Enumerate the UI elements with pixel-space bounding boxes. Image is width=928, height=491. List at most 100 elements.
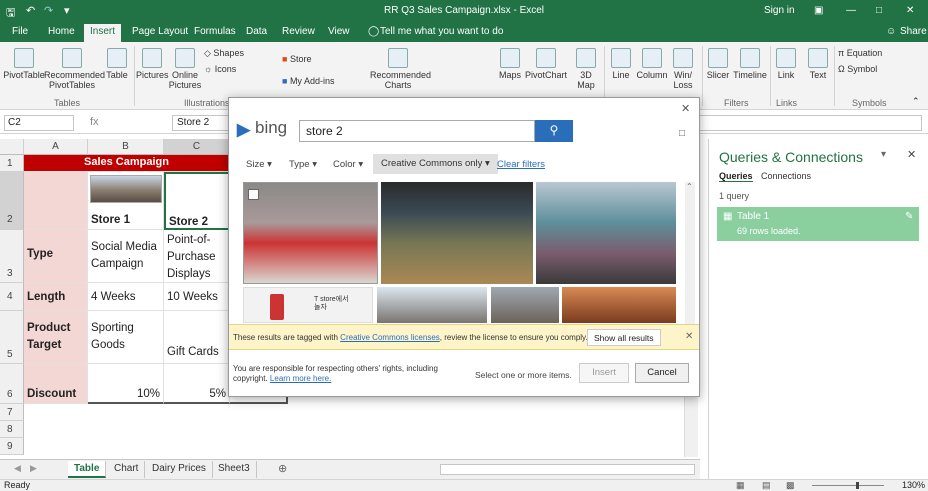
target-b-cell[interactable]: Sporting Goods (88, 311, 164, 364)
tab-page-layout[interactable]: Page Layout (132, 26, 188, 37)
filter-color[interactable]: Color ▾ (333, 159, 363, 170)
sheet-tab-table[interactable]: Table (68, 461, 107, 478)
search-input[interactable]: store 2 (299, 120, 535, 142)
tab-queries[interactable]: Queries (719, 171, 753, 182)
tab-view[interactable]: View (328, 26, 350, 37)
cc-licenses-link[interactable]: Creative Commons licenses (340, 333, 440, 342)
normal-view-icon[interactable]: ▦ (736, 480, 745, 491)
text-button[interactable]: Text (806, 48, 830, 80)
row-header-9[interactable]: 9 (0, 438, 24, 455)
scroll-up-icon[interactable]: ⌃ (686, 182, 693, 191)
search-button[interactable]: ⚲ (535, 120, 573, 142)
horizontal-scrollbar[interactable] (440, 464, 695, 475)
tab-data[interactable]: Data (246, 26, 267, 37)
type-c-cell[interactable]: Point-of-Purchase Displays (164, 230, 230, 283)
equation-button[interactable]: π Equation (838, 48, 898, 58)
row-header-3[interactable]: 3 (0, 230, 24, 283)
close-icon[interactable]: ✕ (906, 5, 914, 16)
store2-cell[interactable]: Store 2 (164, 172, 230, 230)
zoom-slider[interactable] (812, 485, 884, 486)
table-button[interactable]: Table (104, 48, 130, 80)
target-c-cell[interactable]: Gift Cards (164, 311, 230, 364)
column-header-c[interactable]: C (164, 139, 230, 155)
sparkline-line-button[interactable]: Line (608, 48, 634, 80)
type-b-cell[interactable]: Social Media Campaign (88, 230, 164, 283)
result-image-2[interactable] (381, 182, 533, 284)
result-image-3[interactable] (536, 182, 676, 284)
pane-options-icon[interactable]: ▾ (881, 149, 886, 160)
row-header-2[interactable]: 2 (0, 172, 24, 230)
show-all-results-button[interactable]: Show all results (587, 329, 661, 346)
query-edit-icon[interactable]: ✎ (905, 211, 913, 222)
store1-cell[interactable]: Store 1 (88, 172, 164, 230)
row-header-4[interactable]: 4 (0, 283, 24, 311)
feedback-icon[interactable]: □ (679, 128, 685, 139)
clear-filters-link[interactable]: Clear filters (497, 159, 545, 170)
results-scrollbar[interactable]: ⌃ (685, 182, 695, 324)
row-header-8[interactable]: 8 (0, 421, 24, 438)
sign-in-link[interactable]: Sign in (764, 5, 795, 16)
result-image-4[interactable]: T store에서 놀자 (243, 287, 373, 323)
tab-connections[interactable]: Connections (761, 171, 811, 181)
filter-creative-commons[interactable]: Creative Commons only ▾ (373, 154, 498, 174)
tab-review[interactable]: Review (282, 26, 315, 37)
page-layout-view-icon[interactable]: ▤ (762, 480, 771, 491)
my-addins-button[interactable]: ■ My Add-ins (282, 76, 352, 86)
store-button[interactable]: ■ Store (282, 54, 342, 64)
online-pictures-button[interactable]: Online Pictures (168, 48, 202, 90)
type-label-cell[interactable]: Type (24, 230, 88, 283)
result-image-6[interactable] (491, 287, 559, 323)
discount-b-cell[interactable]: 10% (88, 364, 164, 404)
discount-label-cell[interactable]: Discount (24, 364, 88, 404)
length-c-cell[interactable]: 10 Weeks (164, 283, 230, 311)
sparkline-winloss-button[interactable]: Win/ Loss (670, 48, 696, 90)
length-label-cell[interactable]: Length (24, 283, 88, 311)
learn-more-link[interactable]: Learn more here. (270, 374, 331, 383)
zoom-level[interactable]: 130% (902, 480, 925, 491)
row-header-7[interactable]: 7 (0, 404, 24, 421)
pictures-button[interactable]: Pictures (136, 48, 169, 80)
sheet-tab-dairy-prices[interactable]: Dairy Prices (146, 461, 213, 478)
result-select-checkbox[interactable] (248, 189, 259, 200)
pivot-chart-button[interactable]: PivotChart (524, 48, 568, 80)
share-icon[interactable]: ☺ (886, 26, 896, 37)
insert-button[interactable]: Insert (579, 363, 629, 383)
target-label-cell[interactable]: Product Target (24, 311, 88, 364)
select-all-corner[interactable] (0, 139, 24, 155)
link-button[interactable]: Link (774, 48, 798, 80)
recommended-pivot-button[interactable]: Recommended PivotTables (44, 48, 105, 90)
collapse-ribbon-icon[interactable]: ⌃ (912, 96, 920, 107)
fx-icon[interactable]: fx (90, 116, 99, 128)
add-sheet-icon[interactable]: ⊕ (278, 462, 287, 475)
timeline-button[interactable]: Timeline (732, 48, 768, 80)
symbol-button[interactable]: Ω Symbol (838, 64, 898, 74)
pane-close-icon[interactable]: ✕ (907, 148, 916, 161)
sheet-tab-sheet3[interactable]: Sheet3 (212, 461, 257, 478)
result-image-7[interactable] (562, 287, 676, 323)
minimize-icon[interactable]: — (846, 5, 856, 16)
row-header-6[interactable]: 6 (0, 364, 24, 404)
dialog-close-icon[interactable]: ✕ (681, 102, 690, 115)
filter-size[interactable]: Size ▾ (246, 159, 272, 170)
sheet-tab-chart[interactable]: Chart (108, 461, 146, 478)
ribbon-display-icon[interactable]: ▣ (814, 5, 823, 16)
cell-a2[interactable] (24, 172, 88, 230)
tab-home[interactable]: Home (48, 26, 75, 37)
cancel-button[interactable]: Cancel (635, 363, 689, 383)
tell-me-box[interactable]: Tell me what you want to do (380, 26, 503, 37)
query-item[interactable]: ▦ Table 1 69 rows loaded. ✎ (717, 207, 919, 241)
discount-c-cell[interactable]: 5% (164, 364, 230, 404)
result-image-1[interactable] (243, 182, 378, 284)
tab-file[interactable]: File (12, 26, 28, 37)
name-box[interactable]: C2 (4, 115, 74, 131)
notice-close-icon[interactable]: ✕ (685, 331, 693, 342)
icons-button[interactable]: ☼ Icons (204, 64, 250, 74)
zoom-thumb[interactable] (856, 482, 859, 489)
prev-sheet-icon[interactable]: ◀ (14, 463, 21, 474)
slicer-button[interactable]: Slicer (704, 48, 732, 80)
page-break-view-icon[interactable]: ▩ (786, 480, 795, 491)
shapes-button[interactable]: ◇ Shapes (204, 48, 250, 58)
column-header-b[interactable]: B (88, 139, 164, 155)
length-b-cell[interactable]: 4 Weeks (88, 283, 164, 311)
row-header-5[interactable]: 5 (0, 311, 24, 364)
